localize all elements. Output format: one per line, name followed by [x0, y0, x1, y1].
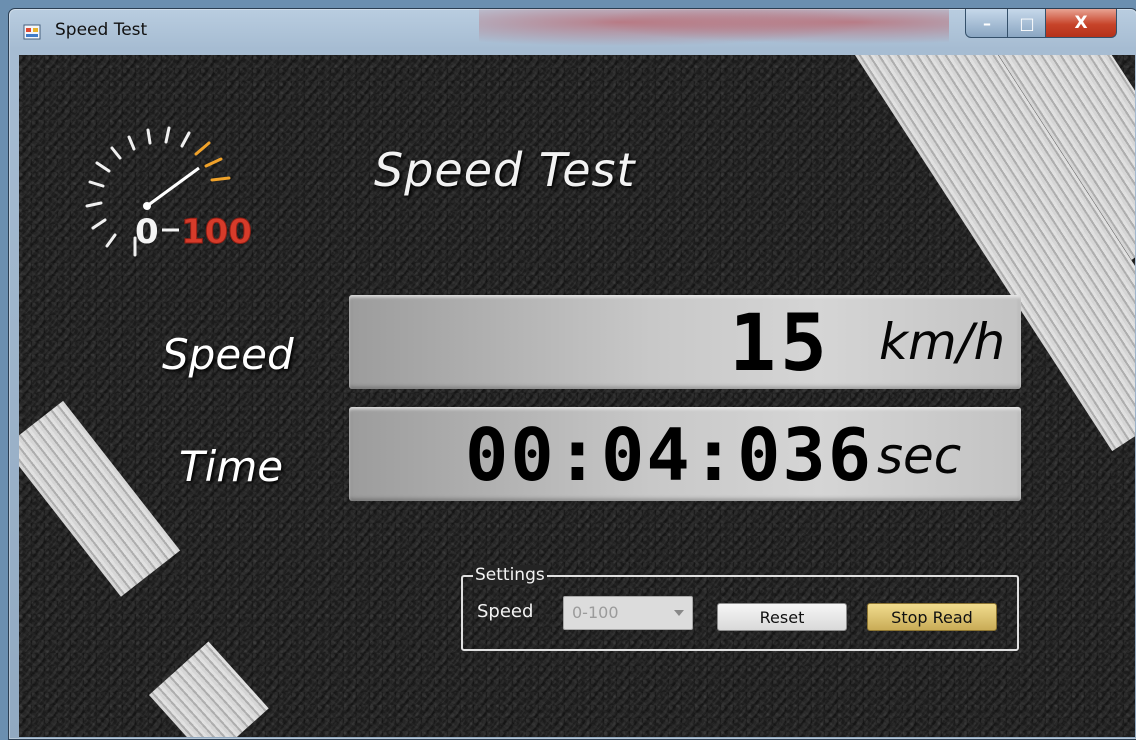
time-unit: sec [877, 427, 962, 485]
speed-value: 15 [729, 299, 831, 389]
minimize-icon: – [983, 13, 991, 33]
logo-zero: 0 [135, 212, 159, 252]
page-title: Speed Test [374, 143, 636, 197]
time-label: Time [179, 442, 284, 491]
speed-display: 15 km/h [349, 295, 1021, 389]
title-bar[interactable]: Speed Test – □ X [9, 9, 1136, 53]
settings-speed-label: Speed [477, 601, 534, 622]
speedometer-logo: 0 100 [85, 126, 252, 257]
minimize-button[interactable]: – [965, 9, 1009, 38]
maximize-button[interactable]: □ [1007, 9, 1047, 38]
time-display: 00:04:036 sec [349, 407, 1021, 501]
settings-legend: Settings [473, 565, 547, 585]
reset-button[interactable]: Reset [717, 603, 847, 631]
logo-hundred: 100 [181, 212, 252, 252]
window-title: Speed Test [55, 20, 148, 40]
stop-read-button[interactable]: Stop Read [867, 603, 997, 631]
app-window: Speed Test – □ X 0 100 Speed Test Speed … [8, 8, 1136, 740]
close-button[interactable]: X [1045, 9, 1117, 38]
main-canvas: 0 100 Speed Test Speed 15 km/h Time 00:0… [19, 55, 1135, 737]
time-value: 00:04:036 [465, 413, 874, 497]
title-bar-reflection [479, 9, 949, 53]
maximize-icon: □ [1019, 13, 1035, 33]
speed-range-select[interactable]: 0-100 [563, 596, 693, 630]
chevron-down-icon [674, 610, 684, 616]
speed-unit: km/h [879, 313, 1006, 371]
speed-range-value: 0-100 [572, 603, 619, 622]
speed-label: Speed [162, 330, 294, 379]
app-icon [23, 24, 41, 40]
close-icon: X [1074, 13, 1088, 33]
settings-group: Settings Speed 0-100 Reset Stop Read [461, 565, 1019, 651]
